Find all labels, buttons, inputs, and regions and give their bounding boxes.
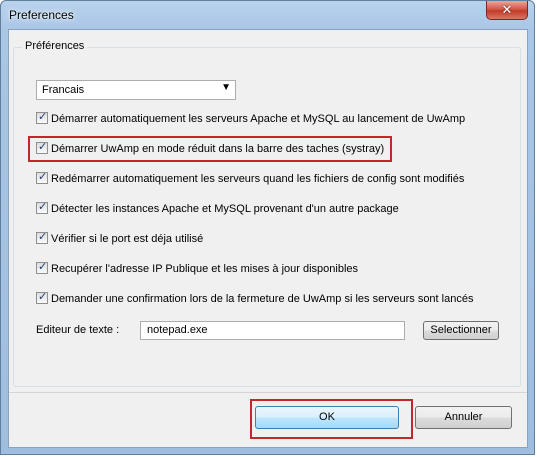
preferences-window: Preferences ✕ Préférences Francais ▼ ✓ Dé…: [0, 0, 535, 455]
cancel-button-label: Annuler: [444, 411, 483, 423]
close-button[interactable]: ✕: [486, 1, 528, 20]
option-label: Demander une confirmation lors de la fer…: [51, 293, 474, 305]
option-auto-restart[interactable]: ✓ Redémarrer automatiquement les serveurs…: [36, 171, 465, 189]
option-label: Vérifier si le port est déja utilisé: [51, 233, 204, 245]
checkbox[interactable]: ✓: [36, 171, 48, 185]
option-label: Recupérer l'adresse IP Publique et les m…: [51, 263, 359, 275]
option-detect-instances[interactable]: ✓ Détecter les instances Apache et MySQL …: [36, 201, 399, 219]
option-label: Détecter les instances Apache et MySQL p…: [51, 203, 399, 215]
checkmark-icon: ✓: [38, 231, 48, 244]
checkbox[interactable]: ✓: [36, 291, 48, 305]
group-label: Préférences: [22, 40, 88, 52]
checkbox[interactable]: ✓: [36, 231, 48, 245]
checkbox[interactable]: ✓: [36, 111, 48, 125]
option-systray[interactable]: ✓ Démarrer UwAmp en mode réduit dans la b…: [36, 141, 385, 159]
select-editor-button[interactable]: Selectionner: [423, 321, 499, 340]
close-icon: ✕: [501, 2, 513, 17]
option-check-port[interactable]: ✓ Vérifier si le port est déja utilisé: [36, 231, 204, 249]
chevron-down-icon: ▼: [221, 82, 231, 93]
select-editor-button-label: Selectionner: [430, 324, 492, 336]
checkbox[interactable]: ✓: [36, 201, 48, 215]
title-bar[interactable]: Preferences ✕: [1, 1, 534, 29]
option-confirm-close[interactable]: ✓ Demander une confirmation lors de la fe…: [36, 291, 474, 309]
option-label: Démarrer automatiquement les serveurs Ap…: [51, 113, 466, 125]
window-title: Preferences: [9, 8, 74, 22]
ok-button[interactable]: OK: [255, 406, 399, 429]
checkbox[interactable]: ✓: [36, 141, 48, 155]
checkmark-icon: ✓: [38, 291, 48, 304]
editor-input-value: notepad.exe: [147, 324, 208, 336]
language-selected-value: Francais: [42, 84, 85, 96]
ok-button-label: OK: [319, 411, 335, 423]
checkmark-icon: ✓: [38, 111, 48, 124]
dialog-client-area: Préférences Francais ▼ ✓ Démarrer automat…: [8, 29, 528, 448]
language-select[interactable]: Francais ▼: [36, 80, 236, 100]
checkmark-icon: ✓: [38, 171, 48, 184]
checkmark-icon: ✓: [38, 261, 48, 274]
option-autostart[interactable]: ✓ Démarrer automatiquement les serveurs A…: [36, 111, 466, 129]
option-public-ip[interactable]: ✓ Recupérer l'adresse IP Publique et les …: [36, 261, 359, 279]
editor-input[interactable]: notepad.exe: [140, 321, 405, 340]
editor-label: Editeur de texte :: [36, 324, 120, 336]
preferences-group: Préférences Francais ▼ ✓ Démarrer automat…: [13, 40, 521, 387]
checkbox[interactable]: ✓: [36, 261, 48, 275]
option-label: Démarrer UwAmp en mode réduit dans la ba…: [51, 143, 385, 155]
cancel-button[interactable]: Annuler: [415, 406, 512, 429]
checkmark-icon: ✓: [38, 141, 48, 154]
checkmark-icon: ✓: [38, 201, 48, 214]
option-label: Redémarrer automatiquement les serveurs …: [51, 173, 465, 185]
